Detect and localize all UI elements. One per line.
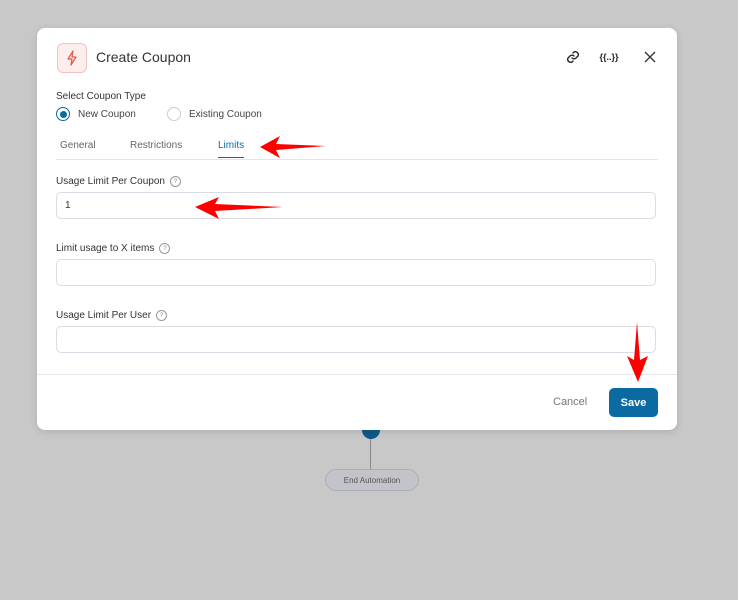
- usage-limit-per-user-text: Usage Limit Per User: [56, 310, 152, 321]
- radio-circle-checked[interactable]: [56, 107, 70, 121]
- close-icon[interactable]: [641, 48, 659, 66]
- usage-limit-per-coupon-text: Usage Limit Per Coupon: [56, 176, 165, 187]
- usage-limit-per-user-label: Usage Limit Per User ?: [56, 310, 168, 321]
- tab-restrictions[interactable]: Restrictions: [130, 140, 182, 157]
- help-icon[interactable]: ?: [159, 243, 171, 254]
- tab-general[interactable]: General: [60, 140, 96, 157]
- modal-title: Create Coupon: [96, 49, 191, 65]
- radio-existing-coupon-label: Existing Coupon: [189, 108, 262, 120]
- limit-usage-items-text: Limit usage to X items: [56, 243, 155, 254]
- end-automation-node[interactable]: End Automation: [325, 469, 419, 491]
- radio-new-coupon-label: New Coupon: [78, 108, 136, 120]
- help-icon[interactable]: ?: [156, 310, 168, 321]
- usage-limit-per-user-input[interactable]: [56, 326, 656, 353]
- limit-usage-items-label: Limit usage to X items ?: [56, 243, 171, 254]
- radio-existing-coupon[interactable]: Existing Coupon: [167, 107, 262, 121]
- link-icon[interactable]: [564, 48, 582, 66]
- create-coupon-modal: Create Coupon {{..}} Select Coupon Type …: [37, 28, 677, 430]
- footer-divider: [37, 374, 677, 375]
- limit-usage-items-input[interactable]: [56, 259, 656, 286]
- lightning-icon: [57, 43, 87, 73]
- usage-limit-per-coupon-input[interactable]: [56, 192, 656, 219]
- merge-tags-icon[interactable]: {{..}}: [599, 48, 619, 66]
- tab-limits[interactable]: Limits: [218, 140, 245, 158]
- cancel-button[interactable]: Cancel: [553, 396, 587, 408]
- usage-limit-per-coupon-label: Usage Limit Per Coupon ?: [56, 176, 181, 187]
- coupon-type-label: Select Coupon Type: [56, 91, 146, 102]
- end-automation-label: End Automation: [343, 475, 401, 485]
- help-icon[interactable]: ?: [169, 176, 181, 187]
- coupon-tabs: General Restrictions Limits: [56, 132, 658, 160]
- save-button[interactable]: Save: [609, 388, 658, 417]
- radio-new-coupon[interactable]: New Coupon: [56, 107, 136, 121]
- radio-circle-unchecked[interactable]: [167, 107, 181, 121]
